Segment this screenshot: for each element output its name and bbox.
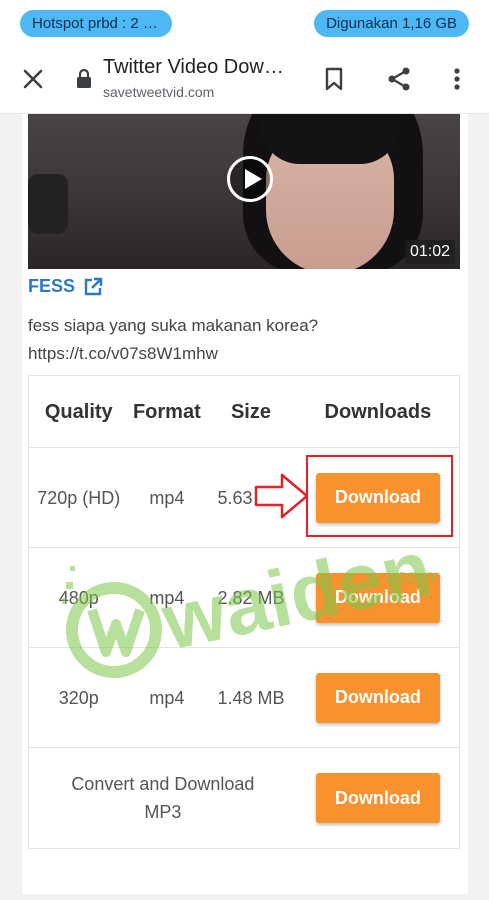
quality-cell: 720p (HD) (37, 487, 121, 508)
size-cell: 2.82 MB (217, 587, 285, 608)
table-header-row: Quality Format Size Downloads (29, 376, 459, 448)
tweet-text: fess siapa yang suka makanan korea? http… (28, 312, 448, 368)
quality-cell: 320p (58, 687, 99, 708)
author-link[interactable]: FESS (28, 276, 103, 297)
convert-mp3-text: Convert and Download MP3 (71, 774, 255, 822)
header-size: Size (230, 400, 271, 423)
download-cell: Download (297, 548, 459, 647)
more-options-icon[interactable] (439, 61, 475, 97)
video-duration: 01:02 (404, 240, 455, 264)
data-usage-pill: Digunakan 1,16 GB (314, 10, 469, 37)
header-quality: Quality (44, 400, 113, 423)
format-cell: mp4 (149, 587, 185, 608)
status-bar: Hotspot prbd : 2 k... Digunakan 1,16 GB (0, 0, 489, 44)
result-card: 01:02 FESS fess siapa yang suka makanan … (22, 114, 468, 894)
format-cell: mp4 (149, 487, 185, 508)
external-link-icon (84, 277, 103, 295)
download-button-320p[interactable]: Download (315, 672, 440, 723)
tweet-link-text: https://t.co/v07s8W1mhw (28, 344, 218, 363)
browser-toolbar: Twitter Video Downl... savetweetvid.com (0, 44, 489, 114)
download-cell: Download (297, 648, 459, 747)
hotspot-status-pill: Hotspot prbd : 2 k... (20, 10, 172, 37)
table-row-convert-mp3: Convert and Download MP3 Download (29, 748, 459, 848)
close-icon[interactable] (15, 61, 51, 97)
table-row: 320p mp4 1.48 MB Download (29, 648, 459, 748)
share-icon[interactable] (381, 61, 417, 97)
download-button-480p[interactable]: Download (315, 572, 440, 623)
highlight-box (306, 455, 453, 537)
page-title[interactable]: Twitter Video Downl... (103, 56, 293, 79)
download-table: Quality Format Size Downloads 720p (HD) … (28, 375, 460, 849)
video-thumbnail[interactable]: 01:02 (28, 114, 460, 269)
page-url[interactable]: savetweetvid.com (103, 84, 214, 100)
convert-mp3-label: Convert and Download MP3 (29, 748, 297, 848)
page-content: 01:02 FESS fess siapa yang suka makanan … (0, 114, 489, 900)
download-mp3-button[interactable]: Download (315, 773, 440, 823)
quality-cell: 480p (58, 587, 99, 608)
background-object (28, 174, 68, 234)
bookmark-icon[interactable] (316, 61, 352, 97)
header-format: Format (132, 400, 201, 423)
play-icon[interactable] (227, 156, 273, 202)
download-cell: Download (297, 748, 459, 848)
author-name: FESS (28, 276, 76, 296)
thumbnail-bangs (260, 114, 400, 164)
table-row: 480p mp4 2.82 MB Download (29, 548, 459, 648)
header-downloads: Downloads (324, 400, 432, 423)
tweet-text-line: fess siapa yang suka makanan korea? (28, 316, 319, 335)
format-cell: mp4 (149, 687, 185, 708)
lock-icon[interactable] (66, 61, 102, 97)
arrow-icon (254, 473, 309, 519)
size-cell: 1.48 MB (217, 687, 285, 708)
